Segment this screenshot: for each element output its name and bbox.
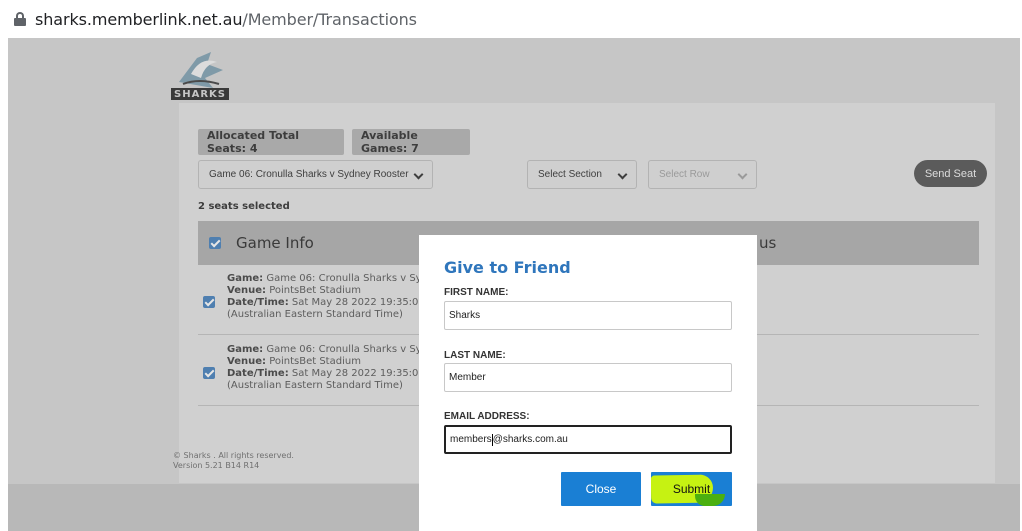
close-button[interactable]: Close: [561, 472, 641, 506]
game-select-value: Game 06: Cronulla Sharks v Sydney Rooste…: [209, 169, 409, 180]
page-footer: © Sharks . All rights reserved. Version …: [173, 451, 294, 471]
game-select[interactable]: Game 06: Cronulla Sharks v Sydney Rooste…: [198, 160, 433, 189]
chevron-down-icon: [617, 169, 628, 180]
send-seat-button[interactable]: Send Seat: [914, 160, 987, 187]
row-select-value: Select Row: [659, 169, 710, 180]
chevron-down-icon: [413, 169, 424, 180]
logo-wordmark: SHARKS: [171, 88, 229, 100]
give-to-friend-modal: Give to Friend FIRST NAME: Sharks LAST N…: [419, 235, 757, 531]
submit-label: Submit: [672, 482, 711, 496]
game-info: Game: Game 06: Cronulla Sharks v Sydne V…: [227, 344, 422, 391]
row-checkbox[interactable]: [203, 367, 215, 379]
last-name-label: LAST NAME:: [444, 350, 506, 361]
row-select[interactable]: Select Row: [648, 160, 757, 189]
game-info-header: Game Info: [236, 234, 314, 252]
section-select-value: Select Section: [538, 169, 602, 180]
modal-title: Give to Friend: [444, 258, 571, 277]
available-games-badge: Available Games: 7: [352, 129, 470, 155]
game-info: Game: Game 06: Cronulla Sharks v Sydne V…: [227, 273, 422, 320]
allocated-seats-badge: Allocated Total Seats: 4: [198, 129, 344, 155]
last-name-field[interactable]: Member: [444, 363, 732, 392]
section-select[interactable]: Select Section: [527, 160, 637, 189]
submit-button[interactable]: Submit: [651, 472, 732, 506]
lock-icon: [14, 12, 26, 26]
email-field[interactable]: members @sharks.com.au: [444, 425, 732, 454]
first-name-field[interactable]: Sharks: [444, 301, 732, 330]
shark-logo-icon: [179, 52, 223, 88]
copyright-text: © Sharks . All rights reserved.: [173, 451, 294, 460]
email-label: EMAIL ADDRESS:: [444, 411, 530, 422]
seats-selected-text: 2 seats selected: [198, 201, 290, 212]
address-bar[interactable]: sharks.memberlink.net.au/Member/Transact…: [0, 0, 1022, 38]
url-text[interactable]: sharks.memberlink.net.au/Member/Transact…: [35, 10, 417, 29]
sharks-logo[interactable]: SHARKS: [171, 48, 229, 100]
chevron-down-icon: [737, 169, 748, 180]
select-all-checkbox[interactable]: [209, 237, 221, 249]
row-checkbox[interactable]: [203, 296, 215, 308]
first-name-label: FIRST NAME:: [444, 287, 509, 298]
version-text: Version 5.21 B14 R14: [173, 461, 260, 470]
status-header: us: [759, 234, 777, 252]
